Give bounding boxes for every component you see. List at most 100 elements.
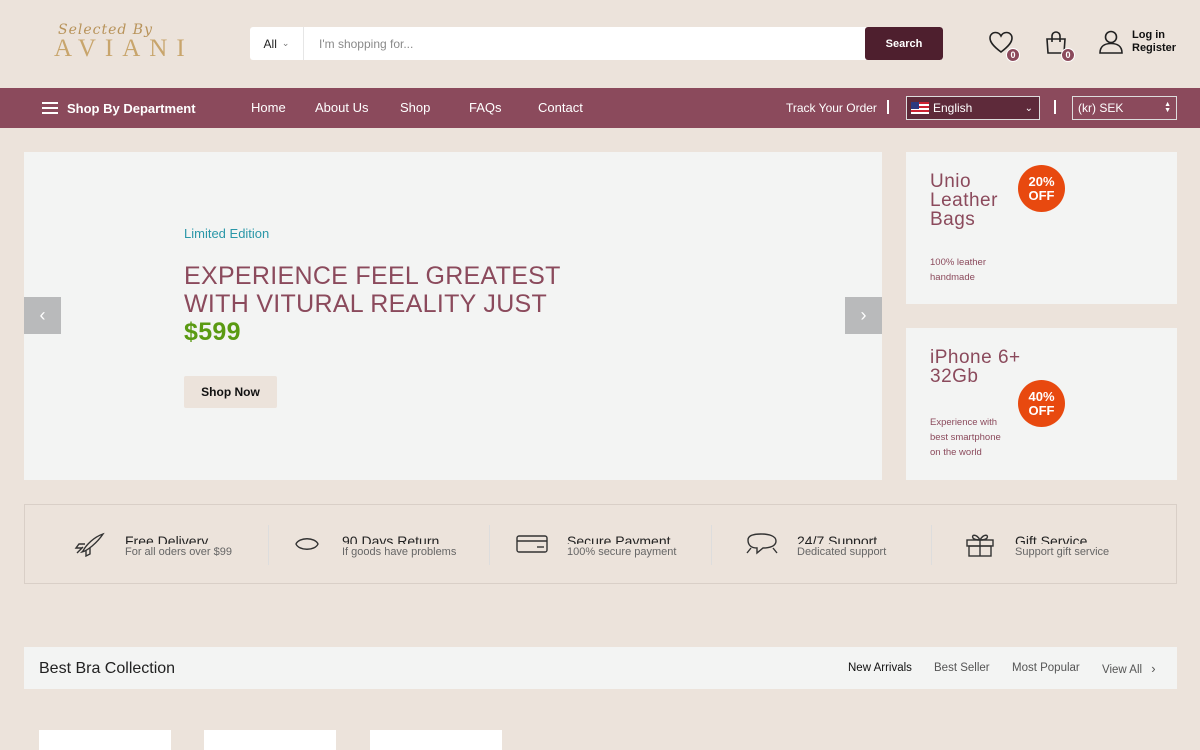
chevron-right-icon: › [860,305,867,325]
currency-value: (kr) SEK [1078,101,1124,115]
feature-title: Free Delivery [125,534,209,544]
hero-title: EXPERIENCE FEEL GREATEST WITH VITURAL RE… [184,262,564,346]
hero-title-text: EXPERIENCE FEEL GREATEST WITH VITURAL RE… [184,262,561,318]
promo-description: 100% leather handmade [930,255,986,285]
slider-next-button[interactable]: › [845,297,882,334]
site-header: Selected By AVIANI All ⌄ Search 0 0 Log … [0,0,1200,88]
feature-returns: 90 Days Return If goods have problems [290,505,456,583]
return-icon [295,538,319,550]
hero-subtitle: Limited Edition [184,226,270,241]
discount-off-label: OFF [1028,402,1055,418]
promo-title-line: iPhone 6+ [930,347,1021,368]
search-category-label: All [263,36,277,51]
gift-icon [966,534,994,557]
promo-desc-line: 100% leather [930,257,986,268]
login-link[interactable]: Log in [1132,29,1176,42]
chat-icon [746,533,778,555]
feature-subtitle: For all oders over $99 [125,546,232,558]
search-bar: All ⌄ Search [250,27,943,60]
nav-about-us[interactable]: About Us [315,88,368,128]
feature-subtitle: Support gift service [1015,546,1110,558]
promo-title: Unio Leather Bags [930,172,998,229]
promo-description: Experience with best smartphone on the w… [930,415,1001,460]
view-all-label: View All [1102,664,1143,676]
nav-divider [887,100,889,114]
feature-divider [931,525,932,565]
chevron-left-icon: ‹ [39,305,46,325]
discount-percent: 40% [1028,388,1055,404]
search-category-select[interactable]: All ⌄ [250,27,304,60]
hamburger-icon [42,102,58,114]
promo-desc-line: handmade [930,272,975,283]
nav-divider [1054,100,1056,114]
sort-arrows-icon: ▲ ▼ [1164,101,1171,114]
tab-most-popular[interactable]: Most Popular [1012,662,1080,674]
credit-card-icon [516,535,548,553]
account-text: Log in Register [1132,29,1176,55]
nav-home[interactable]: Home [251,88,286,128]
nav-contact[interactable]: Contact [538,88,583,128]
promo-title-line: 32Gb [930,366,979,387]
feature-title: 24/7 Support [797,534,878,544]
language-value: English [933,101,973,115]
product-card[interactable] [204,730,336,750]
register-link[interactable]: Register [1132,42,1176,55]
collection-title: Best Bra Collection [39,660,176,677]
chevron-right-icon: › [1151,661,1156,676]
track-order-link[interactable]: Track Your Order [786,88,877,128]
product-card[interactable] [39,730,171,750]
discount-percent: 20% [1028,173,1055,189]
feature-support: 24/7 Support Dedicated support [745,505,886,583]
discount-off-label: OFF [1028,187,1055,203]
promo-title: iPhone 6+ 32Gb [930,348,1021,386]
product-card[interactable] [370,730,502,750]
logo-main-text: AVIANI [54,35,194,62]
feature-divider [711,525,712,565]
collection-header: Best Bra Collection New Arrivals Best Se… [24,647,1177,689]
promo-desc-line: best smartphone [930,432,1001,443]
currency-select[interactable]: (kr) SEK ▲ ▼ [1072,96,1177,120]
cart-count-badge: 0 [1061,48,1075,62]
shop-by-department-label: Shop By Department [67,100,196,116]
nav-shop[interactable]: Shop [400,88,430,128]
promo-desc-line: on the world [930,447,982,458]
feature-subtitle: 100% secure payment [567,546,677,558]
feature-title: 90 Days Return [342,534,440,544]
feature-subtitle: Dedicated support [797,546,887,558]
search-input[interactable] [304,27,865,60]
promo-title-line: Unio [930,171,972,192]
feature-secure-payment: Secure Payment 100% secure payment [515,505,676,583]
cart-button[interactable]: 0 [1043,30,1075,62]
feature-free-delivery: Free Delivery For all oders over $99 [73,505,232,583]
features-strip: Free Delivery For all oders over $99 90 … [24,504,1177,584]
tab-new-arrivals[interactable]: New Arrivals [848,662,912,674]
chevron-down-icon: ⌄ [281,38,290,48]
slider-prev-button[interactable]: ‹ [24,297,61,334]
chevron-down-icon: ⌄ [1024,102,1033,114]
wishlist-button[interactable]: 0 [988,30,1020,62]
account-link[interactable]: Log in Register [1098,29,1176,55]
language-select[interactable]: English ⌄ [906,96,1040,120]
promo-desc-line: Experience with [930,417,998,428]
tab-best-seller[interactable]: Best Seller [934,662,990,674]
discount-badge: 20% OFF [1018,165,1065,212]
main-nav: Shop By Department Home About Us Shop FA… [0,88,1200,128]
site-logo[interactable]: Selected By AVIANI [54,22,204,62]
nav-faqs[interactable]: FAQs [469,88,502,128]
promo-banner-leather-bags[interactable]: Unio Leather Bags 20% OFF 100% leather ha… [906,152,1177,304]
feature-subtitle: If goods have problems [342,546,457,558]
wishlist-count-badge: 0 [1006,48,1020,62]
user-icon [1099,30,1123,54]
promo-title-line: Bags [930,209,976,230]
shop-by-department-button[interactable]: Shop By Department [42,88,196,128]
rocket-icon [74,532,105,557]
search-button[interactable]: Search [865,27,943,60]
shop-now-button[interactable]: Shop Now [184,376,277,408]
hero-price: $599 [184,318,241,346]
feature-divider [489,525,490,565]
view-all-link[interactable]: View All › [1102,661,1156,676]
promo-banner-iphone[interactable]: iPhone 6+ 32Gb 40% OFF Experience with be… [906,328,1177,480]
feature-divider [268,525,269,565]
feature-title: Secure Payment [567,534,671,544]
discount-badge: 40% OFF [1018,380,1065,427]
